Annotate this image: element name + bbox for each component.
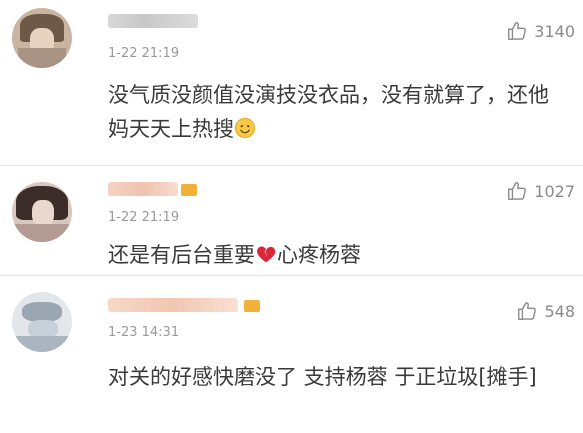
username-blurred[interactable] (108, 182, 178, 196)
comment-item: 1-22 21:19 3140 没气质没颜值没演技没衣品，没有就算了，还他妈天天… (0, 0, 583, 166)
comment-text-before: 还是有后台重要 (108, 243, 255, 267)
comment-timestamp: 1-23 14:31 (108, 325, 180, 340)
comment-text-body: 没气质没颜值没演技没衣品，没有就算了，还他妈天天上热搜 (108, 83, 549, 141)
thumbs-up-icon (518, 302, 537, 320)
like-button[interactable]: 1027 (506, 180, 575, 202)
comment-item: 1-22 21:19 1027 还是有后台重要 心疼杨蓉 (0, 166, 583, 276)
like-button[interactable]: 548 (516, 300, 575, 322)
like-count: 1027 (534, 181, 575, 201)
smiley-emoji (234, 117, 256, 139)
comment-text: 对关的好感快磨没了 支持杨蓉 于正垃圾[摊手] (108, 365, 537, 389)
comment-text-after: 心疼杨蓉 (277, 243, 361, 267)
avatar[interactable] (12, 8, 72, 68)
avatar[interactable] (12, 292, 72, 352)
username-blurred[interactable] (108, 298, 238, 312)
vip-badge-icon (181, 184, 197, 196)
avatar[interactable] (12, 182, 72, 242)
comment-text: 没气质没颜值没演技没衣品，没有就算了，还他妈天天上热搜 (108, 78, 563, 146)
thumbs-up-icon (508, 22, 527, 40)
like-count: 548 (544, 301, 575, 321)
comment-timestamp: 1-22 21:19 (108, 210, 180, 225)
thumbs-up-icon (508, 182, 527, 200)
like-button[interactable]: 3140 (506, 20, 575, 42)
comment-list: 1-22 21:19 3140 没气质没颜值没演技没衣品，没有就算了，还他妈天天… (0, 0, 583, 433)
comment-item: 1-23 14:31 548 对关的好感快磨没了 支持杨蓉 于正垃圾[摊手] (0, 276, 583, 433)
comment-timestamp: 1-22 21:19 (108, 46, 180, 61)
username-blurred[interactable] (108, 14, 198, 28)
like-count: 3140 (534, 21, 575, 41)
broken-heart-emoji (257, 246, 276, 263)
comment-text: 还是有后台重要 心疼杨蓉 (108, 238, 563, 272)
vip-badge-icon (244, 300, 260, 312)
